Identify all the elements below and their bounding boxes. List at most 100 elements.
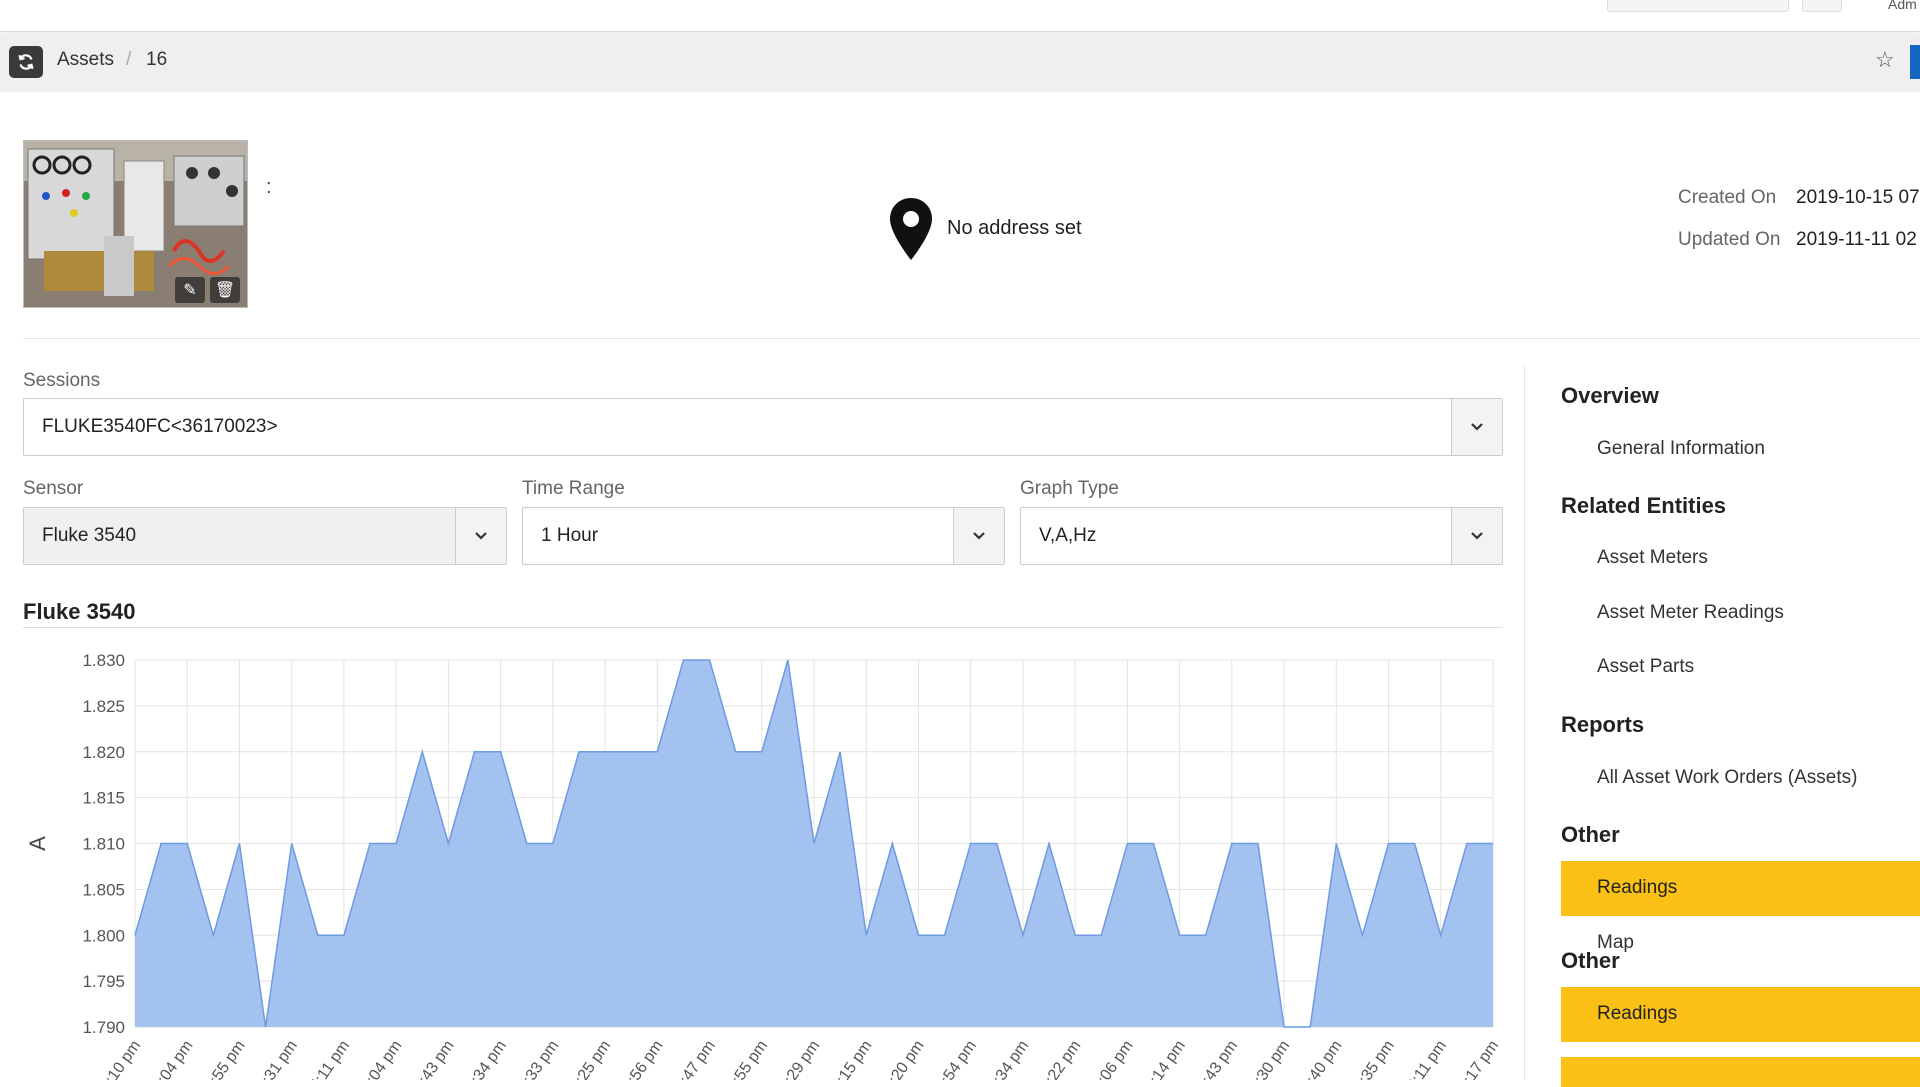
y-tick-label: 1.830: [82, 651, 125, 670]
sidebar-item-readings-label: Readings: [1597, 877, 1678, 898]
sessions-dropdown-toggle[interactable]: [1451, 399, 1502, 455]
x-tick-label: 3:56 pm: [619, 1038, 666, 1080]
graph-type-label: Graph Type: [1020, 478, 1119, 499]
x-tick-label: 3:55 pm: [724, 1038, 771, 1080]
graph-type-dropdown-toggle[interactable]: [1451, 508, 1502, 564]
x-tick-label: 5:11 pm: [307, 1038, 353, 1080]
sidebar-item-general-information[interactable]: General Information: [1597, 438, 1765, 460]
sidebar-item-partial[interactable]: [1561, 1057, 1920, 1087]
x-tick-label: 3:43 pm: [411, 1038, 458, 1080]
chevron-down-icon: [1471, 423, 1483, 431]
x-tick-label: 3:34 pm: [985, 1038, 1032, 1080]
x-tick-label: 3:04 pm: [149, 1038, 196, 1080]
breadcrumb-bar: Assets / 16 ☆: [0, 33, 1920, 92]
x-tick-label: 2:47 pm: [672, 1038, 719, 1080]
chart-title: Fluke 3540: [23, 599, 136, 624]
x-tick-label: 3:20 pm: [881, 1038, 928, 1080]
sidebar-heading-reports: Reports: [1561, 712, 1645, 737]
x-tick-label: 4:54 pm: [933, 1038, 980, 1080]
sidebar-item-asset-parts[interactable]: Asset Parts: [1597, 656, 1694, 678]
breadcrumb-current: 16: [146, 49, 168, 70]
x-tick-label: 3:04 pm: [358, 1038, 405, 1080]
refresh-button[interactable]: [9, 46, 43, 78]
primary-action-button[interactable]: [1910, 45, 1920, 79]
sidebar-heading-other: Other: [1561, 822, 1620, 847]
y-tick-label: 1.825: [82, 697, 125, 716]
map-pin-icon: [890, 198, 932, 260]
x-tick-label: 3:06 pm: [1090, 1038, 1137, 1080]
time-range-select[interactable]: 1 Hour: [522, 507, 1005, 565]
x-tick-label: 2:25 pm: [567, 1038, 614, 1080]
delete-image-button[interactable]: 🗑: [210, 277, 240, 303]
sidebar-item-readings-active[interactable]: Readings: [1561, 861, 1920, 916]
graph-type-value: V,A,Hz: [1039, 525, 1097, 546]
edit-image-button[interactable]: ✎: [175, 277, 205, 303]
trash-icon: 🗑: [214, 282, 236, 299]
x-tick-label: 3:33 pm: [515, 1038, 562, 1080]
updated-on-value: 2019-11-11 02: [1796, 229, 1917, 250]
x-tick-label: 2:55 pm: [202, 1038, 249, 1080]
sidebar-divider: [1524, 365, 1525, 1080]
sessions-select[interactable]: FLUKE3540FC<36170023>: [23, 398, 1503, 456]
y-tick-label: 1.795: [82, 972, 125, 991]
time-range-label: Time Range: [522, 478, 625, 499]
x-tick-label: 3:30 pm: [1246, 1038, 1293, 1080]
section-divider: [23, 338, 1920, 339]
sensor-value: Fluke 3540: [42, 525, 137, 546]
x-tick-label: 3:10 pm: [97, 1038, 144, 1080]
refresh-icon: [18, 54, 34, 70]
y-tick-label: 1.800: [82, 926, 125, 945]
sensor-label: Sensor: [23, 478, 84, 499]
pencil-icon: ✎: [183, 282, 197, 299]
asset-name-colon: :: [266, 176, 272, 198]
sidebar-item-all-asset-work-orders[interactable]: All Asset Work Orders (Assets): [1597, 767, 1857, 789]
x-tick-label: 3:40 pm: [1298, 1038, 1345, 1080]
time-range-dropdown-toggle[interactable]: [953, 508, 1004, 564]
breadcrumb-assets-link[interactable]: Assets: [57, 49, 114, 71]
breadcrumb-separator: /: [126, 49, 132, 70]
sidebar-item-asset-meters[interactable]: Asset Meters: [1597, 547, 1708, 569]
user-menu[interactable]: Adm: [1888, 0, 1917, 12]
y-tick-label: 1.810: [82, 835, 125, 854]
asset-image: ✎ 🗑: [23, 140, 248, 308]
sidebar-item-asset-meter-readings[interactable]: Asset Meter Readings: [1597, 602, 1784, 624]
created-on-value: 2019-10-15 07: [1796, 187, 1920, 208]
readings-chart: 1.830 1.825 1.820 1.815 1.810 1.805 1.800 1.795…: [25, 651, 1502, 1080]
x-tick-label: 3:31 pm: [254, 1038, 301, 1080]
updated-on-label: Updated On: [1678, 229, 1781, 250]
chevron-down-icon: [973, 532, 985, 540]
y-tick-label: 1.805: [82, 880, 125, 899]
sidebar-item-readings-duplicate[interactable]: Readings: [1561, 987, 1920, 1042]
sensor-select[interactable]: Fluke 3540: [23, 507, 507, 565]
x-tick-label: 3:11 pm: [1404, 1038, 1450, 1080]
y-tick-label: 1.820: [82, 743, 125, 762]
created-on-label: Created On: [1678, 187, 1777, 208]
sessions-label: Sessions: [23, 370, 101, 391]
sidebar-item-map[interactable]: Map: [1597, 932, 1634, 954]
sidebar-heading-related-entities: Related Entities: [1561, 493, 1727, 518]
x-tick-label: 3:43 pm: [1194, 1038, 1241, 1080]
top-action-button[interactable]: [1802, 0, 1842, 12]
top-select[interactable]: [1607, 0, 1789, 12]
y-tick-label: 1.790: [82, 1018, 125, 1037]
x-tick-label: 3:15 pm: [828, 1038, 875, 1080]
x-tick-label: 4:34 pm: [463, 1038, 510, 1080]
x-tick-label: 2:22 pm: [1037, 1038, 1084, 1080]
y-axis-label: A: [25, 836, 50, 851]
favorite-star-icon[interactable]: ☆: [1875, 47, 1895, 73]
chart-title-rule: [23, 627, 1503, 628]
x-tick-label: 4:29 pm: [776, 1038, 823, 1080]
top-navbar: Adm: [0, 0, 1920, 32]
sessions-value: FLUKE3540FC<36170023>: [42, 416, 278, 437]
graph-type-select[interactable]: V,A,Hz: [1020, 507, 1503, 565]
address-text: No address set: [947, 217, 1082, 239]
x-tick-label: 3:17 pm: [1455, 1038, 1502, 1080]
sidebar-heading-overview: Overview: [1561, 383, 1659, 408]
sensor-dropdown-toggle[interactable]: [455, 508, 506, 564]
time-range-value: 1 Hour: [541, 525, 599, 546]
x-tick-label: 4:35 pm: [1351, 1038, 1398, 1080]
y-tick-label: 1.815: [82, 789, 125, 808]
sidebar-item-readings-label-duplicate: Readings: [1597, 1003, 1678, 1024]
chevron-down-icon: [1471, 532, 1483, 540]
x-tick-label: 3:14 pm: [1142, 1038, 1189, 1080]
